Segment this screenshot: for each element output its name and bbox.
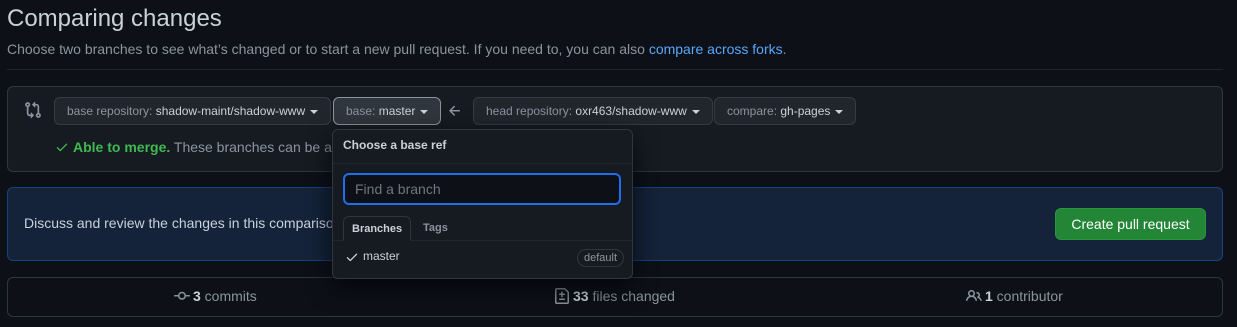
merge-status: Able to merge. These branches can be a [55,139,332,155]
subtitle-end: . [782,41,787,57]
base-repository-button[interactable]: base repository: shadow-maint/shadow-www [54,97,332,125]
dropdown-title: Choose a base ref [343,138,447,152]
commits-label: commits [200,288,257,304]
tab-branches[interactable]: Branches [343,216,412,241]
compare-branch-value: gh-pages [780,104,831,118]
chevron-down-icon [420,109,429,114]
contributors-count: 1 [985,288,993,304]
files-count: 33 [573,288,589,304]
compare-branch-key: compare: [727,104,781,118]
head-repository-key: head repository: [486,104,576,118]
head-repository-value: oxr463/shadow-www [575,104,687,118]
commits-tab[interactable]: 3 commits [174,288,257,304]
find-branch-input[interactable] [343,173,621,205]
git-commit-icon [174,291,190,300]
page-subtitle: Choose two branches to see what’s change… [7,41,787,57]
branch-item-label: master [363,249,400,263]
chevron-down-icon [691,109,700,114]
git-compare-icon [25,101,41,119]
contributors-tab[interactable]: 1 contributor [966,288,1063,304]
dropdown-header: Choose a base ref [333,130,632,164]
divider [7,69,1223,70]
subtitle-text: Choose two branches to see what’s change… [7,41,649,57]
chevron-down-icon [835,109,844,114]
files-changed-tab[interactable]: 33 files changed [554,288,675,304]
branch-item-master[interactable]: master default [333,242,632,276]
default-badge: default [576,249,624,267]
file-diff-icon [555,288,569,304]
people-icon [966,289,982,302]
commits-count: 3 [193,288,201,304]
compare-stats: 3 commits 33 files changed 1 contributor [7,277,1223,317]
base-branch-button[interactable]: base: master [333,97,442,125]
dropdown-tabs: Branches Tags [333,216,632,241]
check-icon [56,143,68,152]
base-repository-key: base repository: [67,104,156,118]
head-repository-button[interactable]: head repository: oxr463/shadow-www [473,97,713,125]
create-pull-request-button[interactable]: Create pull request [1055,208,1206,240]
base-ref-dropdown: Choose a base ref Branches Tags master d… [332,129,633,279]
compare-branch-button[interactable]: compare: gh-pages [714,97,857,125]
base-branch-key: base: [346,104,379,118]
page-title: Comparing changes [7,5,222,32]
contributors-label: contributor [992,288,1063,304]
tab-tags[interactable]: Tags [415,216,456,240]
base-branch-value: master [378,104,416,118]
merge-status-label: Able to merge. [73,139,171,155]
compare-across-forks-link[interactable]: compare across forks [649,41,783,57]
discuss-text: Discuss and review the changes in this c… [24,215,334,231]
merge-status-detail: These branches can be a [170,139,332,155]
check-icon [346,253,358,262]
files-label: files changed [588,288,675,304]
chevron-down-icon [310,109,319,114]
arrow-left-icon [449,105,460,116]
base-repository-value: shadow-maint/shadow-www [155,104,306,118]
